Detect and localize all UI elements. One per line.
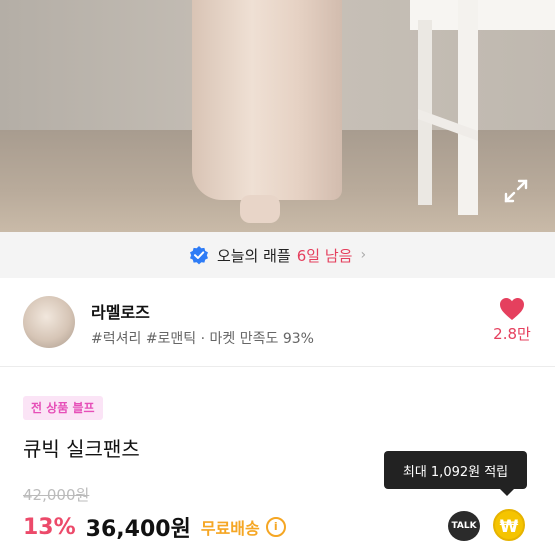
sale-price: 36,400원 (85, 517, 191, 542)
original-price: 42,000원 (23, 486, 90, 504)
raffle-title: 오늘의 래플 (216, 246, 291, 265)
price-row: 13% 36,400원 무료배송 i (23, 511, 286, 543)
photo-pants (192, 0, 342, 200)
raffle-days-left: 6일 남음 (296, 246, 353, 265)
heart-icon[interactable] (499, 297, 525, 321)
shop-tags: #럭셔리 #로맨틱 · 마켓 만족도 93% (91, 331, 314, 347)
like-count: 2.8만 (493, 325, 531, 343)
verified-badge-icon (189, 246, 208, 265)
info-icon[interactable]: i (265, 517, 286, 537)
shop-name[interactable]: 라멜로즈 (91, 299, 150, 323)
raffle-banner[interactable]: 오늘의 래플 6일 남음 › (0, 232, 555, 278)
promo-badge: 전 상품 블프 (23, 396, 103, 420)
photo-feet (240, 195, 280, 223)
chevron-right-icon: › (360, 247, 367, 263)
talk-button[interactable]: TALK (448, 511, 480, 541)
shop-info[interactable]: 라멜로즈 #럭셔리 #로맨틱 · 마켓 만족도 93% (0, 278, 555, 367)
discount-rate: 13% (23, 514, 76, 540)
won-points-button[interactable]: ₩ (493, 509, 525, 541)
photo-chair-leg (458, 0, 478, 215)
points-tooltip-text: 최대 1,092원 적립 (402, 464, 509, 480)
free-shipping-label: 무료배송 (200, 519, 260, 538)
shop-avatar[interactable] (23, 296, 75, 348)
expand-icon[interactable] (503, 178, 529, 204)
product-title: 큐빅 실크팬츠 (23, 437, 140, 461)
points-tooltip: 최대 1,092원 적립 (384, 451, 527, 496)
product-photo[interactable] (0, 0, 555, 232)
